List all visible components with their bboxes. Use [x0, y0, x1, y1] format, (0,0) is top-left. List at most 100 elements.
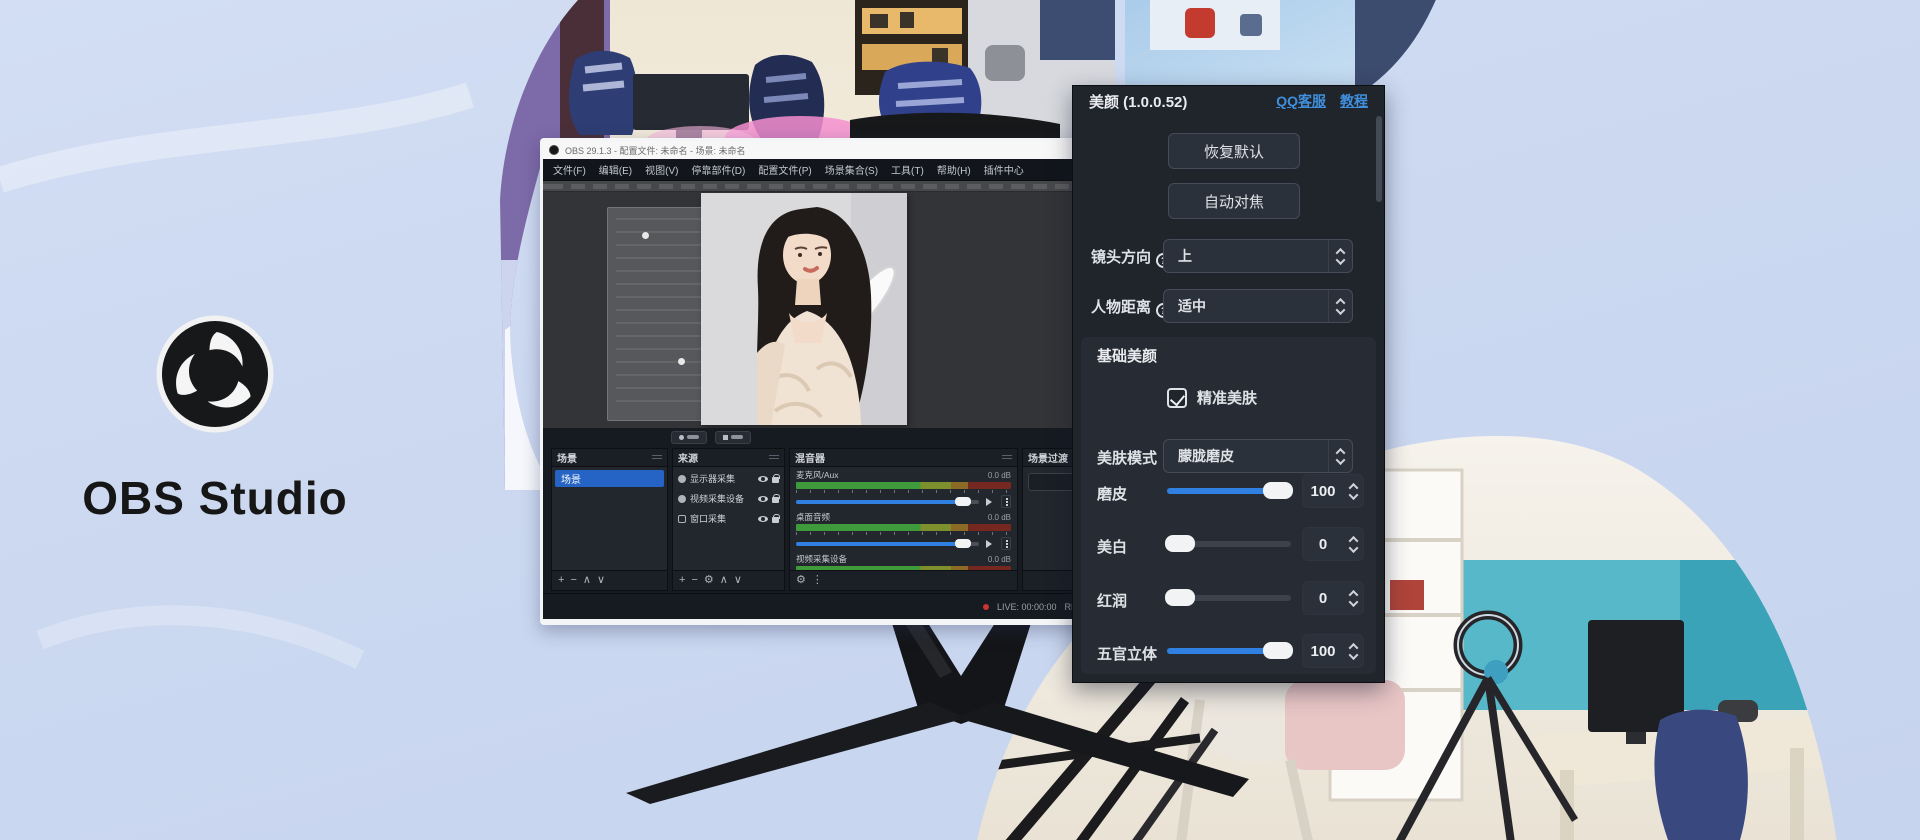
menu-profile[interactable]: 配置文件(P): [758, 162, 811, 177]
chevron-down-icon: [1336, 305, 1346, 315]
scene-down-button[interactable]: ∨: [597, 575, 605, 586]
whitening-spinbox[interactable]: 0: [1302, 527, 1364, 561]
face-3d-slider[interactable]: [1167, 648, 1291, 654]
transitions-dock-title: 场景过渡: [1028, 450, 1068, 465]
obs-logo-icon: [151, 310, 279, 438]
source-up-button[interactable]: ∧: [720, 575, 728, 586]
checkbox-checked-icon[interactable]: [1167, 388, 1187, 408]
dock-grip-icon: [769, 455, 779, 461]
sources-dock-title: 来源: [678, 450, 698, 465]
mixer-menu-button[interactable]: ⋮: [812, 575, 823, 586]
preview-chip[interactable]: [715, 431, 751, 444]
menu-docks[interactable]: 停靠部件(D): [691, 162, 745, 177]
visibility-icon[interactable]: [758, 496, 768, 502]
speaker-icon[interactable]: [986, 498, 996, 506]
chevron-down-icon: [1336, 255, 1346, 265]
studio-mode-chip[interactable]: [671, 431, 707, 444]
display-capture-icon: [678, 475, 686, 483]
remove-source-button[interactable]: −: [691, 575, 697, 586]
obs-branding: OBS Studio: [40, 310, 390, 525]
camera-direction-select[interactable]: 上: [1163, 239, 1353, 273]
scenes-dock: 场景 场景 + − ∧ ∨: [551, 448, 668, 591]
face-3d-label: 五官立体: [1097, 643, 1157, 664]
volume-slider[interactable]: [796, 542, 979, 546]
menu-edit[interactable]: 编辑(E): [599, 162, 632, 177]
audio-meter: [796, 524, 1011, 531]
speaker-icon[interactable]: [986, 540, 996, 548]
mixer-channel: 视频采集设备0.0 dB: [790, 551, 1017, 570]
source-properties-button[interactable]: ⚙: [704, 575, 714, 586]
menu-scene-collection[interactable]: 场景集合(S): [825, 162, 878, 177]
app-name: OBS Studio: [40, 471, 390, 525]
smooth-skin-slider[interactable]: [1167, 488, 1291, 494]
source-item[interactable]: 视频采集设备: [673, 490, 784, 507]
remove-scene-button[interactable]: −: [570, 575, 576, 586]
rosy-label: 红润: [1097, 590, 1127, 611]
precise-skin-checkbox-row[interactable]: 精准美肤: [1167, 387, 1257, 408]
basic-beauty-title: 基础美颜: [1097, 345, 1157, 366]
sources-dock: 来源 显示器采集 视频采集设备: [672, 448, 785, 591]
menu-plugin-center[interactable]: 插件中心: [984, 162, 1024, 177]
panel-scrollbar[interactable]: [1376, 116, 1382, 202]
source-item[interactable]: 窗口采集: [673, 510, 784, 527]
whitening-label: 美白: [1097, 536, 1127, 557]
qq-support-link[interactable]: QQ客服: [1276, 91, 1326, 111]
obs-window-icon: [549, 145, 559, 155]
restore-defaults-button[interactable]: 恢复默认: [1168, 133, 1300, 169]
skin-mode-select[interactable]: 朦胧磨皮: [1163, 439, 1353, 473]
spin-down-icon[interactable]: [1348, 597, 1358, 607]
camera-direction-label: 镜头方向?: [1091, 246, 1171, 268]
scene-item-selected[interactable]: 场景: [555, 470, 664, 487]
menu-help[interactable]: 帮助(H): [937, 162, 971, 177]
lock-icon[interactable]: [772, 497, 779, 503]
lock-icon[interactable]: [772, 477, 779, 483]
lock-icon[interactable]: [772, 517, 779, 523]
audio-mixer-dock: 混音器 麦克风/Aux0.0 dB 桌面音频0.0 dB 视频采集设备0.0 d…: [789, 448, 1018, 591]
video-capture-icon: [678, 495, 686, 503]
menu-file[interactable]: 文件(F): [553, 162, 586, 177]
audio-meter: [796, 566, 1011, 570]
channel-menu-icon[interactable]: [1001, 537, 1011, 550]
basic-beauty-section: 基础美颜 精准美肤 美肤模式 朦胧磨皮 磨皮 100 美白 0 红润 0 五官: [1081, 337, 1376, 674]
rosy-spinbox[interactable]: 0: [1302, 581, 1364, 615]
mixer-dock-title: 混音器: [795, 450, 825, 465]
chevron-down-icon: [1336, 455, 1346, 465]
person-distance-select[interactable]: 适中: [1163, 289, 1353, 323]
smooth-skin-spinbox[interactable]: 100: [1302, 474, 1364, 508]
spin-down-icon[interactable]: [1348, 650, 1358, 660]
autofocus-button[interactable]: 自动对焦: [1168, 183, 1300, 219]
person-distance-label: 人物距离?: [1091, 296, 1171, 318]
audio-meter: [796, 482, 1011, 489]
tutorial-link[interactable]: 教程: [1340, 91, 1368, 111]
scenes-dock-title: 场景: [557, 450, 577, 465]
menu-tools[interactable]: 工具(T): [891, 162, 924, 177]
smooth-skin-label: 磨皮: [1097, 483, 1127, 504]
live-indicator-icon: [983, 604, 989, 610]
dock-grip-icon: [652, 455, 662, 461]
beauty-panel-title: 美颜 (1.0.0.52): [1089, 91, 1187, 112]
visibility-icon[interactable]: [758, 476, 768, 482]
scene-up-button[interactable]: ∧: [583, 575, 591, 586]
mixer-channel: 麦克风/Aux0.0 dB: [790, 467, 1017, 509]
window-capture-icon: [678, 515, 686, 523]
face-3d-spinbox[interactable]: 100: [1302, 634, 1364, 668]
add-source-button[interactable]: +: [679, 575, 685, 586]
visibility-icon[interactable]: [758, 516, 768, 522]
source-item[interactable]: 显示器采集: [673, 470, 784, 487]
live-timer: LIVE: 00:00:00: [997, 602, 1057, 612]
beauty-plugin-panel: 美颜 (1.0.0.52) QQ客服 教程 恢复默认 自动对焦 镜头方向? 上 …: [1072, 85, 1385, 683]
source-down-button[interactable]: ∨: [734, 575, 742, 586]
mixer-channel: 桌面音频0.0 dB: [790, 509, 1017, 551]
add-scene-button[interactable]: +: [558, 575, 564, 586]
mixer-settings-button[interactable]: ⚙: [796, 575, 806, 586]
menu-view[interactable]: 视图(V): [645, 162, 678, 177]
skin-mode-label: 美肤模式: [1097, 447, 1157, 468]
rosy-slider[interactable]: [1167, 595, 1291, 601]
volume-slider[interactable]: [796, 500, 979, 504]
spin-down-icon[interactable]: [1348, 543, 1358, 553]
spin-down-icon[interactable]: [1348, 490, 1358, 500]
whitening-slider[interactable]: [1167, 541, 1291, 547]
channel-menu-icon[interactable]: [1001, 495, 1011, 508]
dock-grip-icon: [1002, 455, 1012, 461]
portrait-photo: [701, 193, 907, 425]
